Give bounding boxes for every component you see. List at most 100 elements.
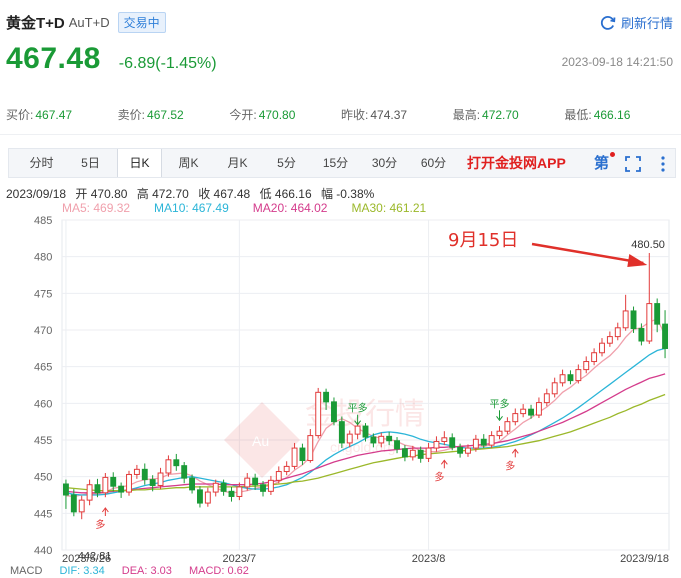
quote-value: 466.16 [593, 108, 631, 122]
quote-value: 467.47 [35, 108, 73, 122]
candle-body [417, 449, 424, 459]
candle-body [599, 342, 605, 354]
chart-grid [61, 219, 670, 551]
quote-item-2: 今开: 470.80 [229, 106, 341, 123]
candle-body [662, 323, 669, 349]
callout-arrow-line [531, 242, 644, 265]
quote-item-0: 买价: 467.47 [6, 106, 118, 123]
instrument-code: AuT+D [68, 14, 110, 30]
candle-body [551, 382, 558, 395]
candle-body [157, 472, 164, 486]
candle-body [614, 327, 621, 338]
quote-label: 今开: [229, 108, 257, 122]
candle-body [559, 374, 566, 384]
trade-marker-label: 平多 [490, 397, 510, 410]
candle-body [654, 303, 661, 325]
x-tick-label: 2023/9/18 [620, 553, 669, 564]
tab-3[interactable]: 周K [166, 149, 211, 177]
candle-body [409, 449, 416, 458]
candle-body [228, 490, 235, 497]
quote-value: 467.52 [147, 108, 184, 122]
refresh-button[interactable]: 刷新行情 [599, 13, 673, 32]
candle-body [425, 447, 432, 459]
tab-5[interactable]: 5分 [264, 149, 309, 177]
candle-body [638, 328, 645, 342]
candle-body [394, 440, 400, 450]
tab-7[interactable]: 30分 [362, 149, 407, 177]
candle-body [315, 391, 322, 437]
tab-0[interactable]: 分时 [19, 149, 64, 177]
candle-body [346, 433, 353, 444]
candle-body [165, 459, 172, 474]
candle-body [133, 468, 140, 475]
trade-marker-label: 多 [95, 518, 105, 531]
candle-body [480, 438, 487, 446]
candle-body [338, 421, 345, 444]
plot-border [61, 219, 670, 551]
candle-body [401, 448, 408, 458]
candle-body [62, 483, 69, 496]
callout-arrow-head [627, 254, 648, 267]
candle-body [646, 303, 653, 342]
candle-body [543, 393, 550, 404]
last-price: 467.48 [6, 42, 101, 75]
quote-item-3: 昨收: 474.37 [341, 106, 453, 123]
tab-2[interactable]: 日K [117, 149, 162, 177]
candlestick-chart[interactable]: Au 金投行情 cngold.org 440445450455460465470… [0, 212, 681, 564]
quote-label: 最高: [452, 108, 481, 122]
tab-1[interactable]: 5日 [68, 149, 113, 177]
tab-4[interactable]: 月K [215, 149, 260, 177]
candle-body [236, 486, 243, 497]
candle-body [291, 447, 298, 467]
quote-label: 最低: [564, 108, 592, 122]
x-axis-labels: 2023/5/26 2023/7 2023/8 2023/9/18 [62, 553, 669, 564]
candle-body [622, 310, 629, 329]
quote-item-1: 卖价: 467.52 [118, 106, 230, 123]
price-change: -6.89(-1.45%) [118, 55, 217, 72]
candle-body [386, 435, 393, 442]
quote-item-4: 最高: 472.70 [453, 106, 565, 123]
candle-body [260, 484, 266, 492]
tab-6[interactable]: 15分 [313, 149, 358, 177]
draw-tool-icon[interactable]: 第 [594, 152, 615, 173]
notification-dot [610, 152, 615, 157]
ohlc-close: 收 467.48 [198, 187, 251, 201]
quote-summary: 买价: 467.47 卖价: 467.52 今开: 470.80 昨收: 474.37 最高: 4… [6, 106, 676, 123]
y-tick-label: 460 [34, 398, 52, 410]
tab-8[interactable]: 60分 [411, 149, 456, 177]
fullscreen-icon[interactable] [624, 155, 642, 173]
instrument-header: 黄金T+D AuT+D 交易中 [6, 10, 166, 34]
candle-body [86, 484, 93, 501]
y-axis-labels: 440 445 450 455 460 465 470 475 480 485 [34, 215, 52, 557]
open-app-link[interactable]: 打开金投网APP [467, 149, 566, 177]
candle-body [102, 476, 109, 494]
candle-body [354, 425, 361, 435]
candle-body [504, 421, 511, 432]
y-tick-label: 485 [34, 215, 52, 227]
quote-value: 474.37 [370, 108, 408, 122]
candle-body [275, 471, 282, 481]
candle-body [110, 476, 117, 487]
y-tick-label: 455 [34, 435, 52, 447]
candle-body [283, 465, 290, 473]
price-row: 467.48 -6.89(-1.45%) [6, 42, 217, 76]
ohlc-high: 高 472.70 [136, 187, 189, 201]
y-tick-label: 480 [34, 252, 52, 264]
candle-body [181, 465, 188, 479]
date-callout: 9月15日 [448, 230, 518, 251]
candle-body [441, 437, 448, 442]
more-options-icon[interactable] [654, 155, 672, 173]
candle-body [567, 374, 574, 382]
y-tick-label: 450 [34, 472, 52, 484]
candle-body [520, 408, 527, 415]
macd-dif: DIF: 3.34 [59, 565, 105, 577]
candle-body [362, 425, 369, 438]
quote-item-5: 最低: 466.16 [564, 106, 676, 123]
candle-body [244, 477, 251, 488]
candle-body [630, 310, 637, 330]
candle-body [252, 477, 259, 486]
candle-body [126, 473, 132, 493]
candle-body [535, 402, 542, 416]
candle-body [70, 494, 77, 513]
candle-body [323, 391, 330, 403]
